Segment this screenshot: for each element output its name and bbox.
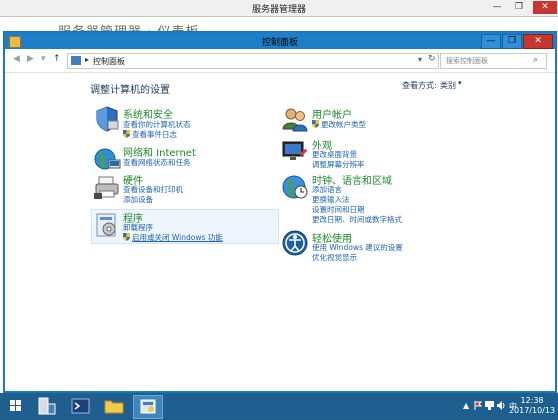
uac-shield-icon xyxy=(123,130,130,138)
server-manager-title-bar[interactable]: 服务器管理器 — ❐ ✕ xyxy=(0,0,558,17)
forward-button[interactable]: ▶ xyxy=(27,54,34,64)
breadcrumb-chevron-icon[interactable]: ▸ xyxy=(85,55,89,64)
volume-icon[interactable] xyxy=(497,401,506,412)
link-change-account-type-label: 更改帐户类型 xyxy=(321,120,366,129)
clock-globe-icon[interactable] xyxy=(281,173,309,201)
shield-icon[interactable] xyxy=(93,105,121,133)
control-panel-title-bar[interactable]: 控制面板 — ❐ ✕ xyxy=(5,33,555,49)
maximize-button[interactable]: ❐ xyxy=(502,34,522,49)
show-hidden-icons-button[interactable]: ▲ xyxy=(463,401,469,410)
network-tray-icon[interactable] xyxy=(485,401,494,412)
link-view-event-log[interactable]: 查看事件日志 xyxy=(123,129,177,140)
up-button[interactable]: ↑ xyxy=(53,54,61,64)
globe-network-icon[interactable] xyxy=(93,145,121,173)
address-dropdown-icon[interactable]: ▾ xyxy=(418,55,422,64)
link-adjust-screen-resolution[interactable]: 调整屏幕分辨率 xyxy=(312,159,365,170)
clock-date[interactable]: 2017/10/13 xyxy=(508,406,556,415)
link-optimize-visual-display[interactable]: 优化视觉显示 xyxy=(312,252,357,263)
uac-shield-icon xyxy=(123,233,130,241)
view-by-select[interactable]: 类别 xyxy=(440,80,456,91)
file-explorer-icon[interactable] xyxy=(100,395,128,417)
page-title: 调整计算机的设置 xyxy=(90,85,170,96)
start-button[interactable] xyxy=(2,395,30,417)
search-input[interactable]: 搜索控制面板 ⌕ xyxy=(440,53,547,69)
control-panel-taskbar-icon[interactable] xyxy=(133,395,163,419)
users-icon[interactable] xyxy=(281,105,309,133)
view-by-label: 查看方式: xyxy=(402,81,437,90)
link-view-network-status[interactable]: 查看网络状态和任务 xyxy=(123,157,191,168)
link-view-event-log-label: 查看事件日志 xyxy=(132,130,177,139)
breadcrumb-control-panel[interactable]: 控制面板 xyxy=(93,56,125,67)
minimize-button[interactable]: — xyxy=(481,34,501,49)
action-center-flag-icon[interactable] xyxy=(474,401,483,412)
link-windows-features-label: 启用或关闭 Windows 功能 xyxy=(132,233,223,242)
server-manager-title: 服务器管理器 xyxy=(251,5,306,15)
link-change-account-type[interactable]: 更改帐户类型 xyxy=(312,119,366,130)
ease-of-access-icon[interactable] xyxy=(281,229,309,257)
navigation-bar: ◀ ▶ ▾ ↑ ▸ 控制面板 ▾ ↻ 搜索控制面板 ⌕ xyxy=(5,50,555,73)
link-add-device[interactable]: 添加设备 xyxy=(123,194,153,205)
control-panel-window: 控制面板 — ❐ ✕ ◀ ▶ ▾ ↑ ▸ 控制面板 ▾ ↻ 搜索控制面板 ⌕ 调… xyxy=(4,32,556,392)
control-panel-small-icon xyxy=(71,56,81,65)
taskbar: ▲ 中 12:38 2017/10/13 xyxy=(0,393,558,419)
printer-icon[interactable] xyxy=(93,173,121,201)
search-icon[interactable]: ⌕ xyxy=(533,55,538,65)
link-change-date-time-number-format[interactable]: 更改日期、时间或数字格式 xyxy=(312,214,402,225)
programs-icon[interactable] xyxy=(93,211,121,239)
server-manager-taskbar-icon[interactable] xyxy=(32,395,60,417)
server-manager-maximize-button[interactable]: ❐ xyxy=(509,1,529,14)
uac-shield-icon xyxy=(312,120,319,128)
refresh-icon[interactable]: ↻ xyxy=(428,54,436,64)
server-manager-close-button[interactable]: ✕ xyxy=(533,1,557,14)
powershell-icon[interactable] xyxy=(66,395,94,417)
recent-locations-dropdown[interactable]: ▾ xyxy=(41,54,46,64)
server-manager-minimize-button[interactable]: — xyxy=(487,1,507,14)
link-windows-features[interactable]: 启用或关闭 Windows 功能 xyxy=(123,232,223,243)
back-button[interactable]: ◀ xyxy=(13,54,20,64)
search-placeholder: 搜索控制面板 xyxy=(446,57,488,65)
address-bar[interactable]: ▸ 控制面板 ▾ ↻ xyxy=(67,53,439,69)
close-button[interactable]: ✕ xyxy=(523,34,553,49)
monitor-paint-icon[interactable] xyxy=(281,137,309,165)
window-title: 控制面板 xyxy=(261,38,298,48)
chevron-down-icon[interactable]: ▾ xyxy=(458,79,462,87)
clock-time[interactable]: 12:38 xyxy=(508,396,556,405)
